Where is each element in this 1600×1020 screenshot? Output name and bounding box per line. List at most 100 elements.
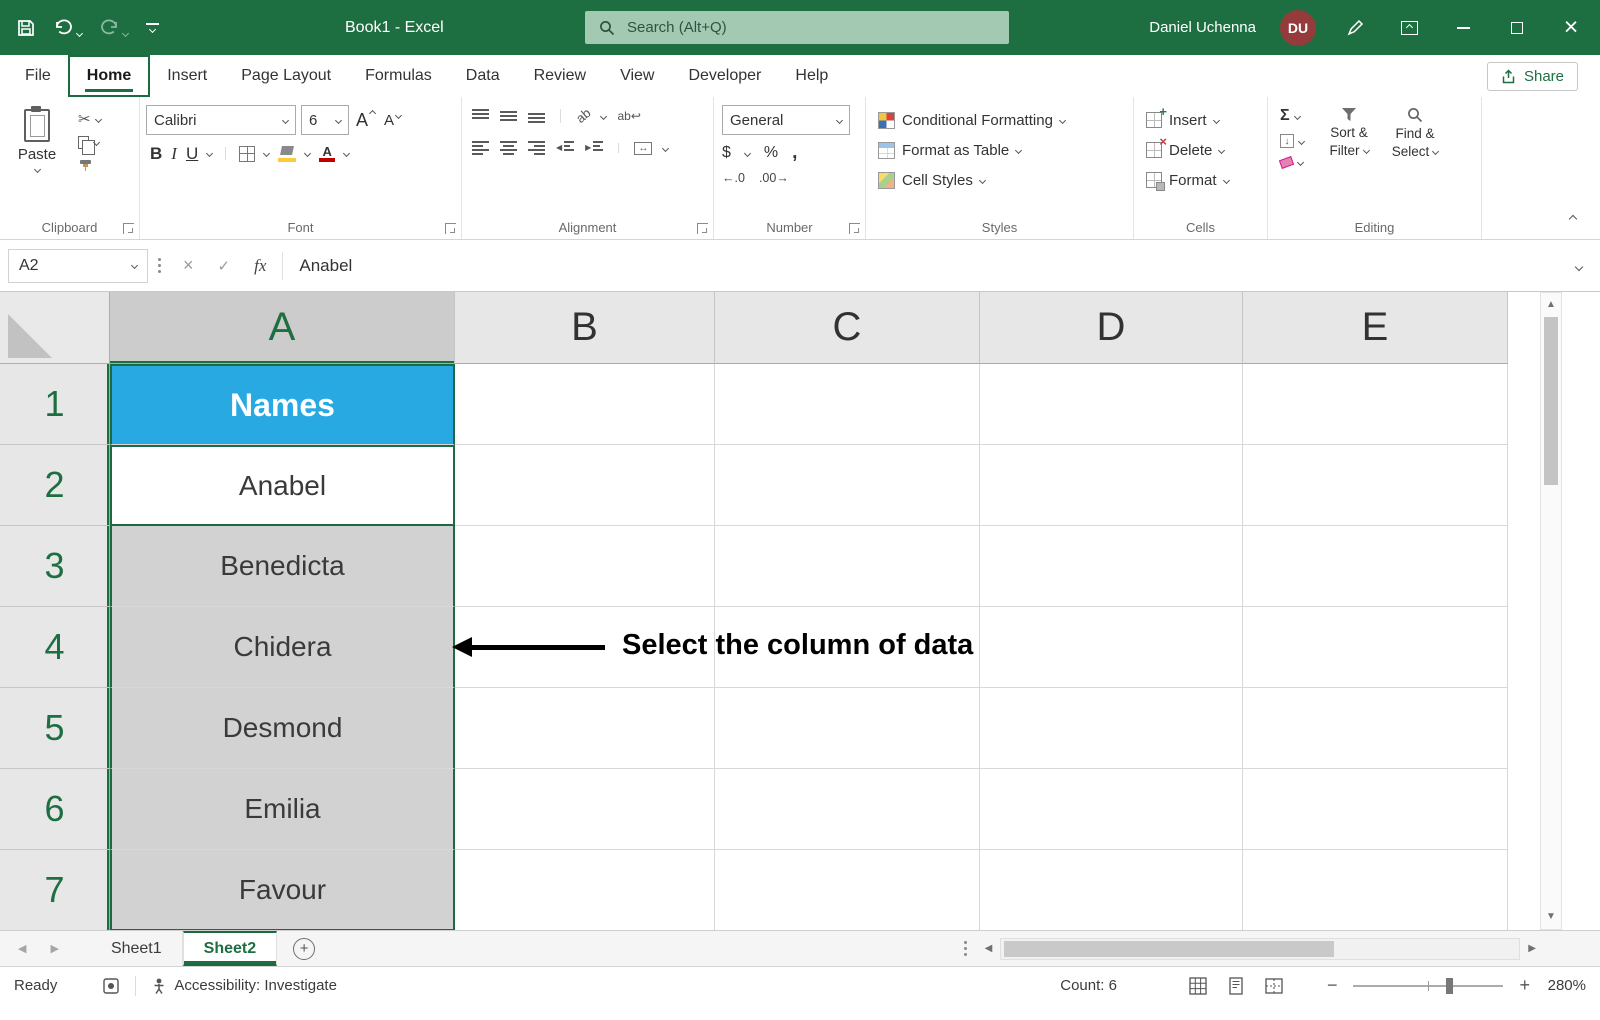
cell-E6[interactable] (1243, 769, 1508, 850)
underline-button[interactable]: U (186, 145, 198, 162)
zoom-slider-thumb[interactable] (1446, 978, 1453, 994)
scroll-right-icon[interactable]: ▶ (1520, 943, 1544, 954)
cell-D1[interactable] (980, 364, 1243, 445)
expand-formula-bar-button[interactable] (1576, 257, 1582, 275)
maximize-button[interactable] (1502, 13, 1532, 43)
previous-sheet-icon[interactable]: ◀ (18, 942, 26, 955)
decrease-indent-button[interactable]: ◀ (556, 141, 574, 155)
orientation-button[interactable]: ab (576, 107, 590, 125)
align-right-button[interactable] (528, 141, 545, 155)
cell-E3[interactable] (1243, 526, 1508, 607)
cell-C2[interactable] (715, 445, 980, 526)
cell-C1[interactable] (715, 364, 980, 445)
close-button[interactable]: × (1556, 13, 1586, 43)
normal-view-button[interactable] (1187, 975, 1209, 997)
insert-cells-button[interactable]: Insert (1146, 105, 1261, 135)
merge-center-button[interactable]: ↔ (634, 142, 652, 155)
cell-A1[interactable]: Names (110, 364, 455, 445)
row-header-6[interactable]: 6 (0, 769, 110, 850)
cancel-button[interactable]: × (171, 255, 206, 276)
cell-D5[interactable] (980, 688, 1243, 769)
cell-B6[interactable] (455, 769, 715, 850)
italic-button[interactable]: I (171, 145, 177, 162)
align-left-button[interactable] (472, 141, 489, 155)
row-header-7[interactable]: 7 (0, 850, 110, 930)
autosum-button[interactable]: Σ (1280, 108, 1304, 124)
align-center-button[interactable] (500, 141, 517, 155)
increase-decimal-button[interactable]: ←.0 (722, 171, 745, 185)
avatar[interactable]: DU (1280, 10, 1316, 46)
scroll-down-icon[interactable]: ▼ (1546, 905, 1556, 929)
cell-C5[interactable] (715, 688, 980, 769)
cell-D4[interactable] (980, 607, 1243, 688)
fill-color-button[interactable] (278, 146, 296, 162)
new-sheet-button[interactable]: + (293, 938, 315, 960)
vertical-scrollbar-thumb[interactable] (1544, 317, 1558, 485)
insert-function-button[interactable]: fx (242, 256, 278, 276)
search-box[interactable]: Search (Alt+Q) (585, 11, 1009, 44)
share-button[interactable]: Share (1487, 62, 1578, 91)
percent-style-button[interactable]: % (764, 144, 778, 162)
font-dialog-launcher[interactable] (445, 223, 456, 234)
formula-input[interactable]: Anabel (287, 256, 1568, 276)
cell-D6[interactable] (980, 769, 1243, 850)
cell-styles-button[interactable]: Cell Styles (878, 165, 1127, 195)
cell-E5[interactable] (1243, 688, 1508, 769)
cell-A2-active[interactable]: Anabel (110, 445, 455, 526)
select-all-button[interactable] (0, 292, 110, 364)
comma-style-button[interactable]: , (792, 149, 797, 157)
cell-A7[interactable]: Favour (110, 850, 455, 930)
paste-button[interactable]: Paste (6, 105, 68, 215)
font-size-select[interactable]: 6 (301, 105, 349, 135)
cell-B3[interactable] (455, 526, 715, 607)
number-dialog-launcher[interactable] (849, 223, 860, 234)
borders-button[interactable] (239, 146, 255, 162)
middle-align-button[interactable] (500, 109, 517, 123)
ribbon-tab-home[interactable]: Home (68, 55, 150, 97)
scroll-up-icon[interactable]: ▲ (1546, 293, 1556, 317)
row-header-3[interactable]: 3 (0, 526, 110, 607)
ribbon-tab-developer[interactable]: Developer (671, 55, 778, 97)
increase-indent-button[interactable]: ▶ (585, 141, 603, 155)
cell-B7[interactable] (455, 850, 715, 930)
page-break-preview-button[interactable] (1263, 976, 1285, 996)
column-header-C[interactable]: C (715, 292, 980, 364)
save-button[interactable] (16, 18, 36, 38)
cut-button[interactable]: ✂ (78, 112, 101, 127)
format-as-table-button[interactable]: Format as Table (878, 135, 1127, 165)
row-header-4[interactable]: 4 (0, 607, 110, 688)
row-header-2[interactable]: 2 (0, 445, 110, 526)
redo-button[interactable] (100, 19, 128, 36)
font-family-select[interactable]: Calibri (146, 105, 296, 135)
enter-button[interactable]: ✓ (206, 257, 243, 275)
decrease-decimal-button[interactable]: .00→ (759, 171, 789, 185)
column-header-B[interactable]: B (455, 292, 715, 364)
horizontal-scrollbar-thumb[interactable] (1004, 941, 1334, 957)
drag-handle[interactable] (158, 258, 161, 273)
cell-D3[interactable] (980, 526, 1243, 607)
row-header-5[interactable]: 5 (0, 688, 110, 769)
bottom-align-button[interactable] (528, 109, 545, 123)
cell-D2[interactable] (980, 445, 1243, 526)
sort-filter-button[interactable]: Sort & Filter (1316, 105, 1382, 167)
horizontal-scrollbar[interactable]: ◀ ▶ (954, 931, 1600, 966)
clear-button[interactable] (1280, 158, 1304, 167)
cell-E7[interactable] (1243, 850, 1508, 930)
cell-B1[interactable] (455, 364, 715, 445)
macro-record-button[interactable] (103, 978, 119, 994)
row-header-1[interactable]: 1 (0, 364, 110, 445)
minimize-button[interactable] (1448, 13, 1478, 43)
column-header-A[interactable]: A (110, 292, 455, 364)
cell-D7[interactable] (980, 850, 1243, 930)
cell-E4[interactable] (1243, 607, 1508, 688)
fill-button[interactable]: ↓ (1280, 134, 1304, 148)
column-header-E[interactable]: E (1243, 292, 1508, 364)
ribbon-tab-review[interactable]: Review (517, 55, 603, 97)
sheet-tab-sheet1[interactable]: Sheet1 (91, 931, 183, 966)
copy-button[interactable] (78, 136, 101, 149)
ribbon-tab-help[interactable]: Help (778, 55, 845, 97)
find-select-button[interactable]: Find & Select (1382, 105, 1448, 167)
number-format-select[interactable]: General (722, 105, 850, 135)
format-cells-button[interactable]: Format (1146, 165, 1261, 195)
tab-split-handle[interactable] (964, 941, 967, 956)
